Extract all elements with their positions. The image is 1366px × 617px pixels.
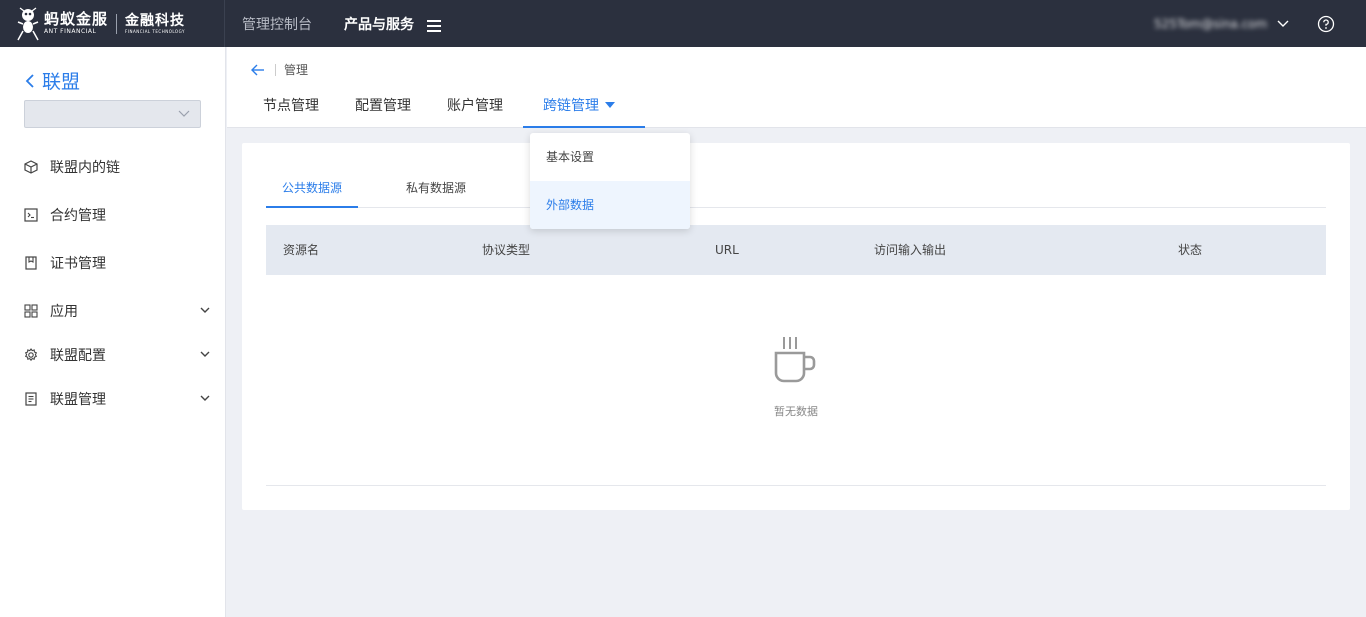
chevron-left-icon <box>25 73 34 88</box>
nav-products-label: 产品与服务 <box>344 16 414 33</box>
column-header-io: 访问输入输出 <box>874 243 947 257</box>
nav-console[interactable]: 管理控制台 <box>242 14 312 34</box>
brand-cn: 蚂蚁金服 <box>44 10 109 28</box>
table-header: 资源名 协议类型 URL 访问输入输出 状态 <box>266 225 1326 275</box>
brand-logo[interactable]: 蚂蚁金服 ANT FINANCIAL 金融科技 FINANCIAL TECHNO… <box>0 0 225 47</box>
sidebar-item-label: 证书管理 <box>50 256 106 272</box>
chevron-down-icon <box>200 351 210 357</box>
sidebar-item-config[interactable]: 联盟配置 <box>24 344 210 366</box>
sidebar-item-label: 联盟配置 <box>50 348 106 364</box>
empty-state: 暂无数据 <box>266 275 1326 486</box>
empty-text: 暂无数据 <box>774 405 818 418</box>
brand-en: ANT FINANCIAL <box>44 28 97 35</box>
subtab-bar: 公共数据源 私有数据源 <box>266 175 1326 208</box>
brand-sub: 金融科技 FINANCIAL TECHNOLOGY <box>125 14 185 34</box>
dropdown-item-basic-settings[interactable]: 基本设置 <box>530 133 690 181</box>
dropdown-item-external-data[interactable]: 外部数据 <box>530 181 690 229</box>
hamburger-icon <box>426 19 441 32</box>
brand-sub-en: FINANCIAL TECHNOLOGY <box>125 28 185 34</box>
tab-bar: 节点管理 配置管理 账户管理 跨链管理 <box>227 93 645 128</box>
user-area: 525Tom@sina.com <box>1154 0 1366 47</box>
nav-products-services[interactable]: 产品与服务 <box>344 14 441 34</box>
sidebar-item-label: 合约管理 <box>50 208 106 224</box>
sidebar-back-title[interactable]: 联盟 <box>24 67 80 94</box>
sidebar-item-label: 联盟内的链 <box>50 160 120 176</box>
sidebar-item-apps[interactable]: 应用 <box>24 300 210 322</box>
arrow-left-icon[interactable] <box>251 64 265 76</box>
help-icon[interactable] <box>1317 15 1335 33</box>
brand-sub-cn: 金融科技 <box>125 12 186 29</box>
column-header-url: URL <box>715 243 739 257</box>
ant-logo-icon <box>17 6 39 40</box>
sidebar-item-contracts[interactable]: 合约管理 <box>24 204 210 226</box>
brand-name: 蚂蚁金服 ANT FINANCIAL <box>44 12 108 35</box>
column-header-status: 状态 <box>1178 243 1203 257</box>
subtab-public-sources[interactable]: 公共数据源 <box>266 175 358 208</box>
column-header-resource: 资源名 <box>283 243 320 257</box>
tab-cross-chain-label: 跨链管理 <box>543 98 599 114</box>
coffee-cup-icon <box>774 337 816 383</box>
tab-accounts[interactable]: 账户管理 <box>411 93 503 128</box>
bookmark-icon <box>24 256 38 270</box>
user-email[interactable]: 525Tom@sina.com <box>1154 17 1269 31</box>
brand-divider <box>116 13 118 34</box>
breadcrumb-current: 管理 <box>284 63 309 77</box>
chevron-down-icon[interactable] <box>1275 16 1291 32</box>
subtab-private-sources[interactable]: 私有数据源 <box>390 175 482 207</box>
caret-down-icon <box>605 102 615 108</box>
top-bar: 蚂蚁金服 ANT FINANCIAL 金融科技 FINANCIAL TECHNO… <box>0 0 1366 47</box>
gear-icon <box>24 348 38 362</box>
tab-cross-chain[interactable]: 跨链管理 <box>523 93 645 128</box>
cross-chain-dropdown: 基本设置 外部数据 <box>530 133 690 229</box>
content-card: 公共数据源 私有数据源 资源名 协议类型 URL 访问输入输出 状态 暂无数据 <box>242 143 1350 510</box>
chevron-down-icon <box>178 110 190 117</box>
terminal-icon <box>24 208 38 222</box>
document-icon <box>24 392 38 406</box>
sidebar-item-management[interactable]: 联盟管理 <box>24 388 210 410</box>
chevron-down-icon <box>200 307 210 313</box>
column-header-protocol: 协议类型 <box>482 243 531 257</box>
sidebar-item-label: 应用 <box>50 304 78 320</box>
main-header: 管理 节点管理 配置管理 账户管理 跨链管理 <box>227 47 1366 128</box>
sidebar-item-certificates[interactable]: 证书管理 <box>24 252 210 274</box>
cube-icon <box>24 160 38 174</box>
breadcrumb-divider <box>275 63 276 76</box>
top-nav: 管理控制台 产品与服务 <box>242 0 473 47</box>
chevron-down-icon <box>200 395 210 401</box>
breadcrumb: 管理 <box>251 61 308 78</box>
chain-select[interactable] <box>24 100 201 128</box>
tab-nodes[interactable]: 节点管理 <box>227 93 319 128</box>
sidebar-item-label: 联盟管理 <box>50 392 106 408</box>
sidebar-title: 联盟 <box>42 71 81 93</box>
sidebar: 联盟 联盟内的链 合约管理 证书管理 应用 联盟配置 联盟管理 <box>0 47 226 617</box>
grid-icon <box>24 304 38 318</box>
sidebar-item-chains[interactable]: 联盟内的链 <box>24 156 210 178</box>
tab-config[interactable]: 配置管理 <box>319 93 411 128</box>
